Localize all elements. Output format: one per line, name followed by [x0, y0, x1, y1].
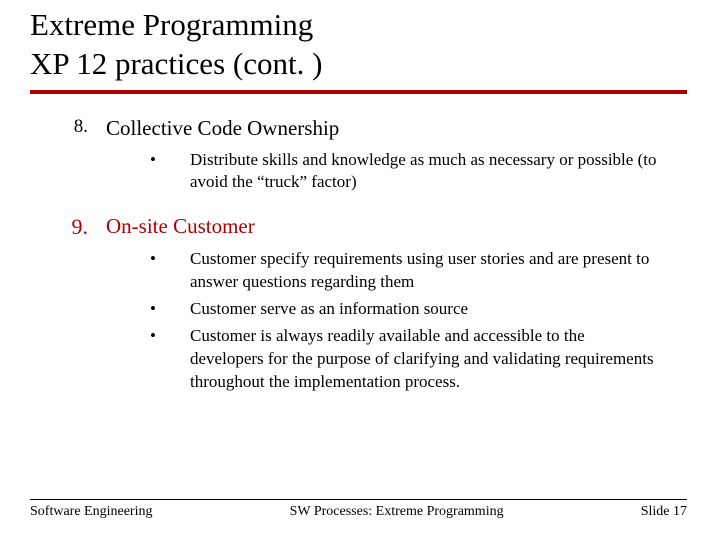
bullet-icon: •	[150, 325, 190, 394]
footer-center: SW Processes: Extreme Programming	[290, 504, 504, 520]
footer-left: Software Engineering	[30, 504, 152, 520]
footer-row: Software Engineering SW Processes: Extre…	[30, 504, 687, 520]
footer-rule	[30, 499, 687, 500]
sub-item: • Customer serve as an information sourc…	[150, 298, 687, 321]
sub-list: • Distribute skills and knowledge as muc…	[150, 149, 687, 195]
sub-text: Distribute skills and knowledge as much …	[190, 149, 687, 195]
item-number: 9.	[30, 214, 106, 240]
title-line-2: XP 12 practices (cont. )	[30, 46, 322, 81]
sub-text: Customer serve as an information source	[190, 298, 687, 321]
sub-item: • Customer is always readily available a…	[150, 325, 687, 394]
title-line-1: Extreme Programming	[30, 7, 313, 42]
sub-text: Customer is always readily available and…	[190, 325, 687, 394]
sub-list: • Customer specify requirements using us…	[150, 248, 687, 394]
sub-item: • Distribute skills and knowledge as muc…	[150, 149, 687, 195]
list-item: 8. Collective Code Ownership	[30, 116, 687, 141]
slide-footer: Software Engineering SW Processes: Extre…	[30, 499, 687, 520]
item-heading: On-site Customer	[106, 214, 255, 240]
slide-body: 8. Collective Code Ownership • Distribut…	[30, 116, 687, 395]
title-underline	[30, 90, 687, 94]
slide: Extreme Programming XP 12 practices (con…	[0, 0, 717, 538]
item-heading: Collective Code Ownership	[106, 116, 339, 141]
bullet-icon: •	[150, 248, 190, 294]
sub-item: • Customer specify requirements using us…	[150, 248, 687, 294]
slide-title: Extreme Programming XP 12 practices (con…	[30, 6, 687, 84]
list-item: 9. On-site Customer	[30, 214, 687, 240]
footer-right: Slide 17	[641, 504, 687, 520]
bullet-icon: •	[150, 298, 190, 321]
bullet-icon: •	[150, 149, 190, 195]
item-number: 8.	[30, 116, 106, 141]
sub-text: Customer specify requirements using user…	[190, 248, 687, 294]
